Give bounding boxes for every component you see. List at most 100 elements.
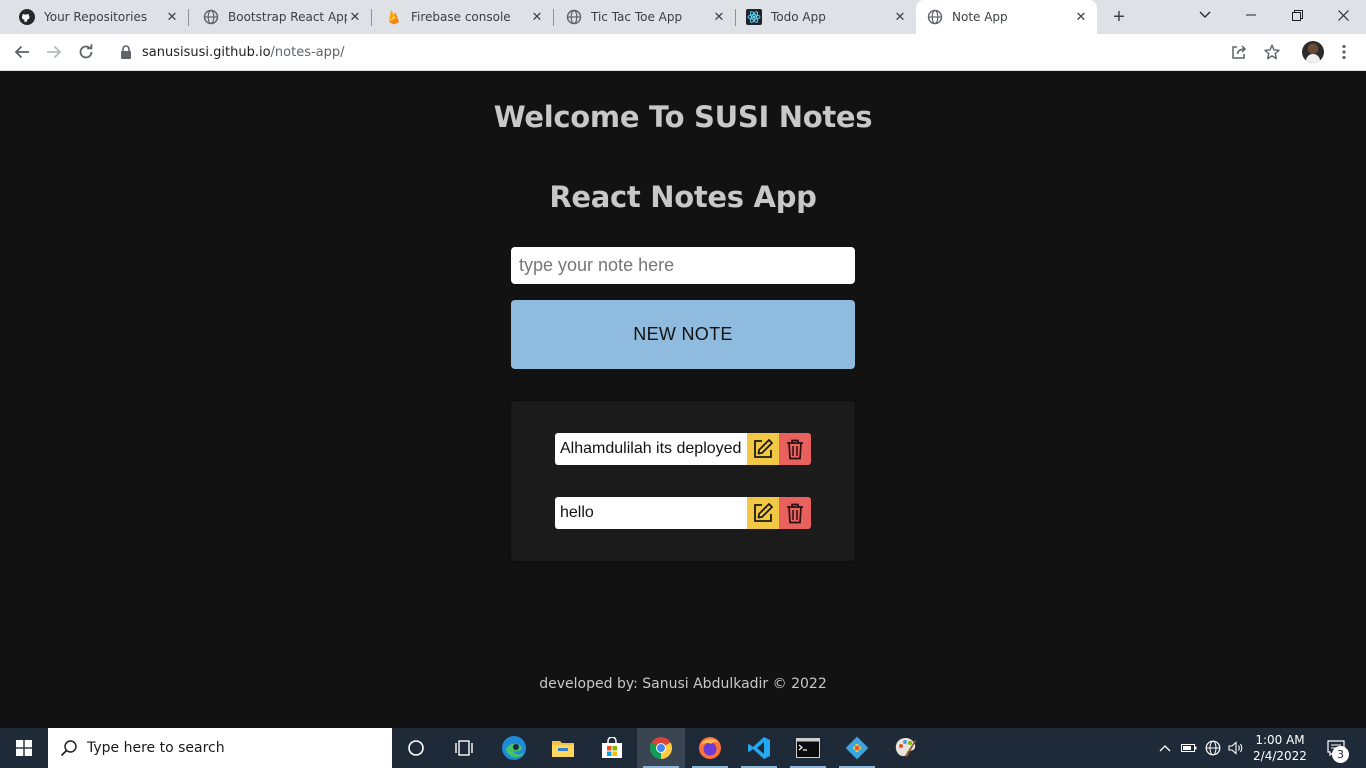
paint-icon: [895, 738, 916, 757]
tab-label: Tic Tac Toe App: [591, 10, 683, 24]
taskbar-clock[interactable]: 1:00 AM 2/4/2022: [1249, 732, 1311, 764]
battery-icon: [1181, 744, 1197, 752]
trash-icon: [787, 503, 803, 524]
footer-credit: developed by: Sanusi Abdulkadir © 2022: [539, 676, 827, 692]
taskbar-chrome[interactable]: [637, 728, 685, 768]
delete-note-button[interactable]: [779, 433, 811, 465]
chrome-icon: [650, 737, 672, 759]
taskbar-terminal[interactable]: [784, 728, 832, 768]
taskbar-edge[interactable]: [490, 728, 538, 768]
tab-your-repositories[interactable]: Your Repositories ✕: [0, 0, 188, 34]
edit-note-button[interactable]: [747, 497, 779, 529]
search-placeholder: Type here to search: [87, 740, 225, 756]
taskbar-store[interactable]: [588, 728, 636, 768]
note-text: hello: [555, 497, 747, 529]
trash-icon: [787, 439, 803, 460]
github-icon: [19, 9, 35, 25]
clock-time: 1:00 AM: [1255, 733, 1305, 747]
more-vertical-icon: [1342, 44, 1346, 60]
edit-note-button[interactable]: [747, 433, 779, 465]
browser-tab-strip: Your Repositories ✕ Bootstrap React App …: [0, 0, 1366, 34]
firefox-icon: [699, 737, 721, 759]
address-bar[interactable]: sanusisusi.github.io/notes-app/: [108, 37, 1290, 67]
new-tab-button[interactable]: +: [1108, 6, 1130, 28]
url-text: sanusisusi.github.io/notes-app/: [142, 45, 345, 60]
git-icon: [845, 736, 869, 760]
react-icon: [746, 9, 762, 25]
back-button[interactable]: [8, 38, 36, 66]
taskbar-git[interactable]: [833, 728, 881, 768]
delete-note-button[interactable]: [779, 497, 811, 529]
search-icon: [60, 740, 77, 757]
browser-toolbar: sanusisusi.github.io/notes-app/: [0, 34, 1366, 71]
network-status[interactable]: [1204, 728, 1222, 768]
restore-button[interactable]: [1274, 0, 1320, 30]
taskbar-search[interactable]: Type here to search: [48, 728, 392, 768]
close-icon[interactable]: ✕: [892, 9, 908, 25]
notes-app: Welcome To SUSI Notes React Notes App NE…: [0, 71, 1366, 728]
tab-label: Note App: [952, 10, 1008, 24]
volume-control[interactable]: [1227, 728, 1245, 768]
share-icon: [1232, 45, 1247, 59]
reload-button[interactable]: [72, 38, 100, 66]
taskbar-paint[interactable]: [882, 728, 930, 768]
tab-label: Your Repositories: [44, 10, 148, 24]
close-icon[interactable]: ✕: [711, 9, 727, 25]
close-icon: [1337, 9, 1349, 21]
taskbar-firefox[interactable]: [686, 728, 734, 768]
battery-status[interactable]: [1180, 728, 1198, 768]
tab-tic-tac-toe-app[interactable]: Tic Tac Toe App ✕: [554, 0, 735, 34]
note-input[interactable]: [511, 247, 855, 284]
edge-icon: [502, 736, 526, 760]
windows-logo-icon: [16, 740, 32, 756]
url-host: sanusisusi.github.io: [142, 44, 271, 60]
globe-icon: [1205, 740, 1221, 756]
forward-button[interactable]: [40, 38, 68, 66]
globe-icon: [566, 9, 582, 25]
profile-avatar[interactable]: [1302, 41, 1324, 63]
windows-taskbar: Type here to search 1:00 AM 2/4/2022 3: [0, 728, 1366, 768]
welcome-title: Welcome To SUSI Notes: [493, 100, 873, 134]
browser-menu-button[interactable]: [1334, 42, 1354, 62]
share-button[interactable]: [1229, 42, 1249, 62]
task-view-button[interactable]: [440, 728, 488, 768]
close-icon[interactable]: ✕: [1073, 9, 1089, 25]
reload-icon: [79, 44, 93, 59]
notes-list: Alhamdulilah its deployed hello: [511, 401, 855, 561]
note-item: Alhamdulilah its deployed: [555, 433, 811, 465]
tab-firebase-console[interactable]: Firebase console ✕: [372, 0, 553, 34]
store-icon: [602, 737, 622, 758]
globe-icon: [927, 9, 943, 25]
firebase-icon: [386, 9, 402, 25]
notification-count-badge: 3: [1332, 746, 1349, 763]
taskbar-vscode[interactable]: [735, 728, 783, 768]
taskbar-file-explorer[interactable]: [539, 728, 587, 768]
tab-bootstrap-react-app[interactable]: Bootstrap React App ✕: [189, 0, 371, 34]
speaker-icon: [1228, 741, 1243, 755]
globe-icon: [203, 9, 219, 25]
new-note-button[interactable]: NEW NOTE: [511, 300, 855, 369]
chevron-up-icon: [1159, 745, 1171, 752]
tab-todo-app[interactable]: Todo App ✕: [736, 0, 916, 34]
close-icon[interactable]: ✕: [347, 9, 363, 25]
vscode-icon: [748, 737, 770, 759]
cortana-button[interactable]: [392, 728, 440, 768]
tab-search-button[interactable]: [1182, 0, 1228, 30]
close-window-button[interactable]: [1320, 0, 1366, 30]
edit-icon: [754, 503, 773, 522]
close-icon[interactable]: ✕: [529, 9, 545, 25]
tab-label: Todo App: [771, 10, 826, 24]
close-icon[interactable]: ✕: [164, 9, 180, 25]
clock-date: 2/4/2022: [1253, 749, 1307, 763]
cortana-icon: [408, 740, 424, 756]
restore-icon: [1291, 9, 1303, 21]
tab-label: Bootstrap React App: [228, 10, 347, 24]
minimize-button[interactable]: [1228, 0, 1274, 30]
tab-label: Firebase console: [411, 10, 511, 24]
star-icon: [1264, 44, 1280, 60]
start-button[interactable]: [0, 728, 48, 768]
bookmark-button[interactable]: [1262, 42, 1282, 62]
tab-note-app[interactable]: Note App ✕: [916, 0, 1097, 34]
note-item: hello: [555, 497, 811, 529]
show-hidden-icons-button[interactable]: [1156, 728, 1174, 768]
